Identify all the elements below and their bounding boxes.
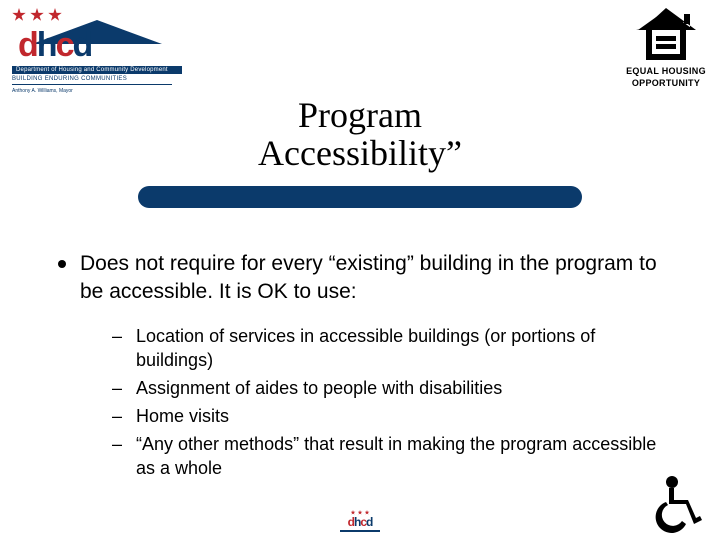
dhcd-logo: dhcd Department of Housing and Community… bbox=[12, 8, 182, 94]
dhcd-letter: d bbox=[18, 26, 37, 64]
slide-title-line1: Program bbox=[0, 96, 720, 134]
dhcd-tagline: BUILDING ENDURING COMMUNITIES bbox=[12, 76, 182, 82]
slide-title-line2: Accessibility” bbox=[0, 134, 720, 172]
content: Does not require for every “existing” bu… bbox=[58, 250, 670, 484]
dhcd-sub: Anthony A. Williams, Mayor bbox=[12, 88, 182, 94]
list-item-text: Home visits bbox=[136, 404, 670, 428]
title-wrap: Program Accessibility” bbox=[0, 96, 720, 172]
mini-wordmark: dhcd bbox=[340, 515, 380, 529]
list-item-text: “Any other methods” that result in makin… bbox=[136, 432, 670, 480]
footer-dhcd-logo: dhcd bbox=[340, 510, 380, 532]
dash-icon: – bbox=[112, 404, 122, 428]
dhcd-house-icon: dhcd bbox=[12, 20, 182, 66]
list-item: – Assignment of aides to people with dis… bbox=[112, 376, 670, 400]
dhcd-letter: h bbox=[37, 26, 56, 64]
sub-list: – Location of services in accessible bui… bbox=[112, 324, 670, 480]
dhcd-underline bbox=[12, 84, 172, 85]
dhcd-letter: c bbox=[56, 26, 73, 64]
dhcd-letter: d bbox=[72, 26, 91, 64]
equal-housing-logo: EQUAL HOUSING OPPORTUNITY bbox=[624, 8, 708, 88]
dash-icon: – bbox=[112, 376, 122, 400]
lead-bullet: Does not require for every “existing” bu… bbox=[58, 250, 670, 306]
eho-text-2: OPPORTUNITY bbox=[624, 78, 708, 88]
slide: dhcd Department of Housing and Community… bbox=[0, 0, 720, 540]
mini-underline bbox=[340, 530, 380, 532]
list-item: – Location of services in accessible bui… bbox=[112, 324, 670, 372]
list-item-text: Assignment of aides to people with disab… bbox=[136, 376, 670, 400]
dhcd-strip: Department of Housing and Community Deve… bbox=[12, 66, 182, 74]
dash-icon: – bbox=[112, 324, 122, 372]
title-underline-bar bbox=[138, 186, 582, 208]
list-item: – “Any other methods” that result in mak… bbox=[112, 432, 670, 480]
list-item: – Home visits bbox=[112, 404, 670, 428]
list-item-text: Location of services in accessible build… bbox=[136, 324, 670, 372]
bullet-dot-icon bbox=[58, 260, 66, 268]
dhcd-wordmark: dhcd bbox=[18, 26, 182, 65]
eho-text-1: EQUAL HOUSING bbox=[624, 66, 708, 76]
house-equals-icon bbox=[634, 8, 698, 64]
lead-text: Does not require for every “existing” bu… bbox=[80, 250, 670, 306]
wheelchair-icon bbox=[646, 474, 710, 538]
dash-icon: – bbox=[112, 432, 122, 480]
mini-letter: d bbox=[366, 515, 372, 529]
